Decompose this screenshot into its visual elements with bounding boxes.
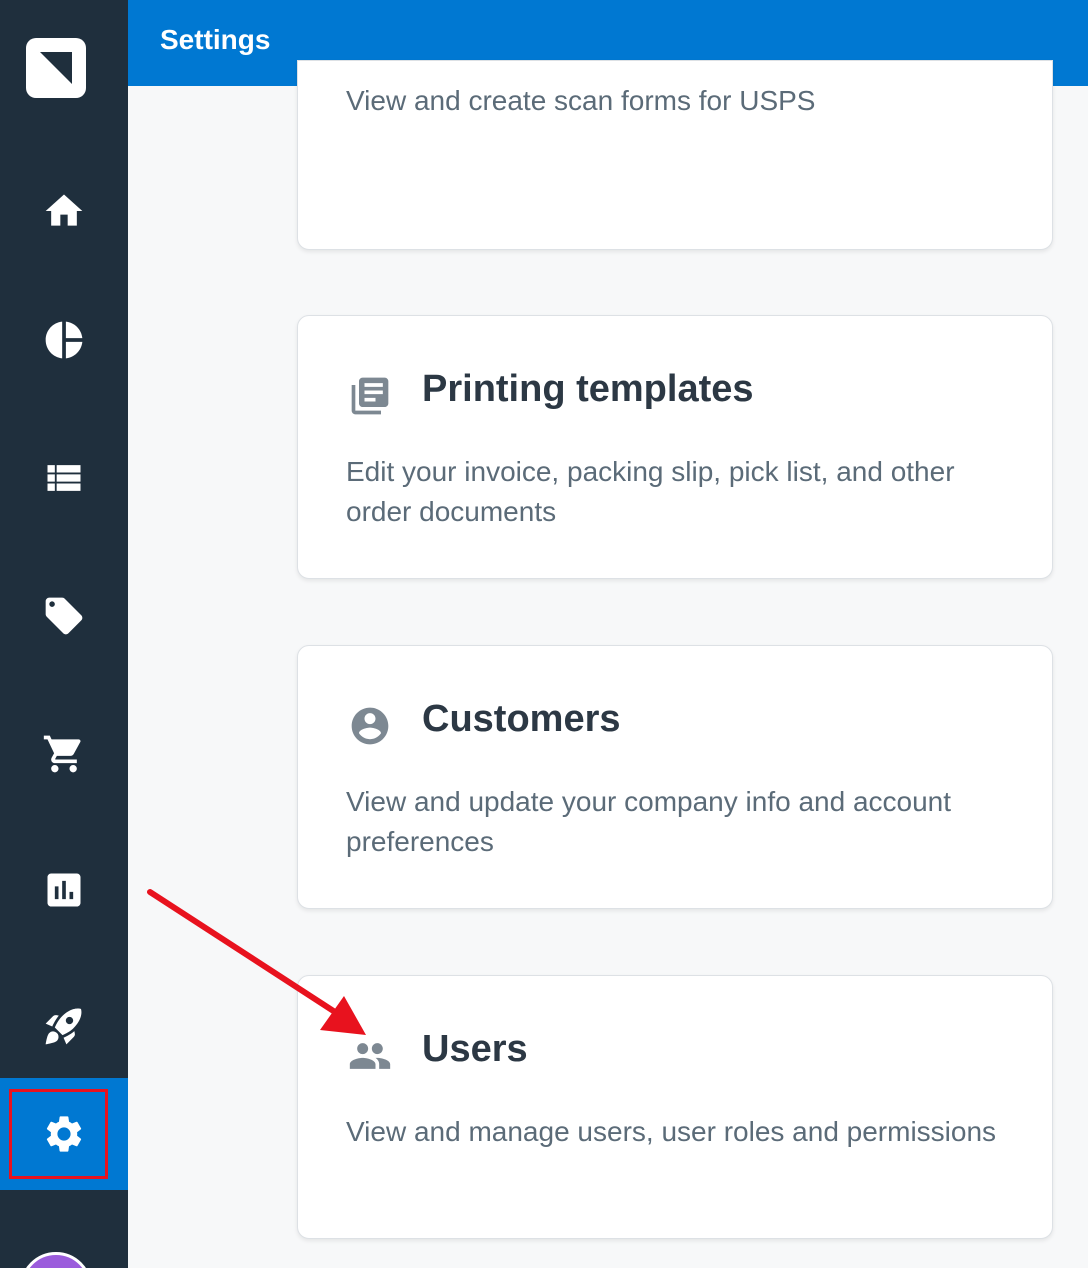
- card-title: Customers: [422, 698, 621, 740]
- sidebar-item-dashboard[interactable]: [0, 284, 128, 396]
- tag-icon: [45, 597, 83, 635]
- pie-chart-icon: [45, 321, 83, 359]
- card-description: View and create scan forms for USPS: [346, 85, 816, 116]
- settings-card-printing-templates[interactable]: Printing templates Edit your invoice, pa…: [297, 315, 1053, 579]
- card-title: Printing templates: [422, 368, 754, 410]
- sidebar-item-settings[interactable]: [0, 1078, 128, 1190]
- card-description: View and update your company info and ac…: [346, 786, 952, 857]
- sidebar-item-home[interactable]: [0, 155, 128, 267]
- settings-card-users[interactable]: Users View and manage users, user roles …: [297, 975, 1053, 1239]
- rocket-icon: [45, 1008, 82, 1045]
- sidebar: [0, 0, 128, 1268]
- settings-card-customers[interactable]: Customers View and update your company i…: [297, 645, 1053, 909]
- sidebar-item-reports[interactable]: [0, 834, 128, 946]
- users-icon: [346, 1032, 394, 1080]
- settings-card-scan-forms[interactable]: View and create scan forms for USPS: [297, 60, 1053, 250]
- sidebar-item-integrations[interactable]: [0, 970, 128, 1082]
- card-description: View and manage users, user roles and pe…: [346, 1116, 997, 1147]
- gear-icon: [46, 1116, 82, 1152]
- list-icon: [47, 465, 81, 491]
- cart-icon: [43, 735, 81, 773]
- sidebar-item-purchasing[interactable]: [0, 698, 128, 810]
- sidebar-item-orders[interactable]: [0, 422, 128, 534]
- page-title: Settings: [160, 24, 271, 55]
- account-circle-icon: [346, 702, 394, 750]
- home-icon: [45, 194, 83, 226]
- bar-chart-icon: [47, 873, 81, 907]
- app-logo[interactable]: [26, 38, 86, 98]
- avatar[interactable]: [20, 1252, 92, 1268]
- card-description: Edit your invoice, packing slip, pick li…: [346, 456, 955, 527]
- documents-icon: [346, 372, 394, 420]
- card-title: Users: [422, 1028, 528, 1070]
- sidebar-item-products[interactable]: [0, 560, 128, 672]
